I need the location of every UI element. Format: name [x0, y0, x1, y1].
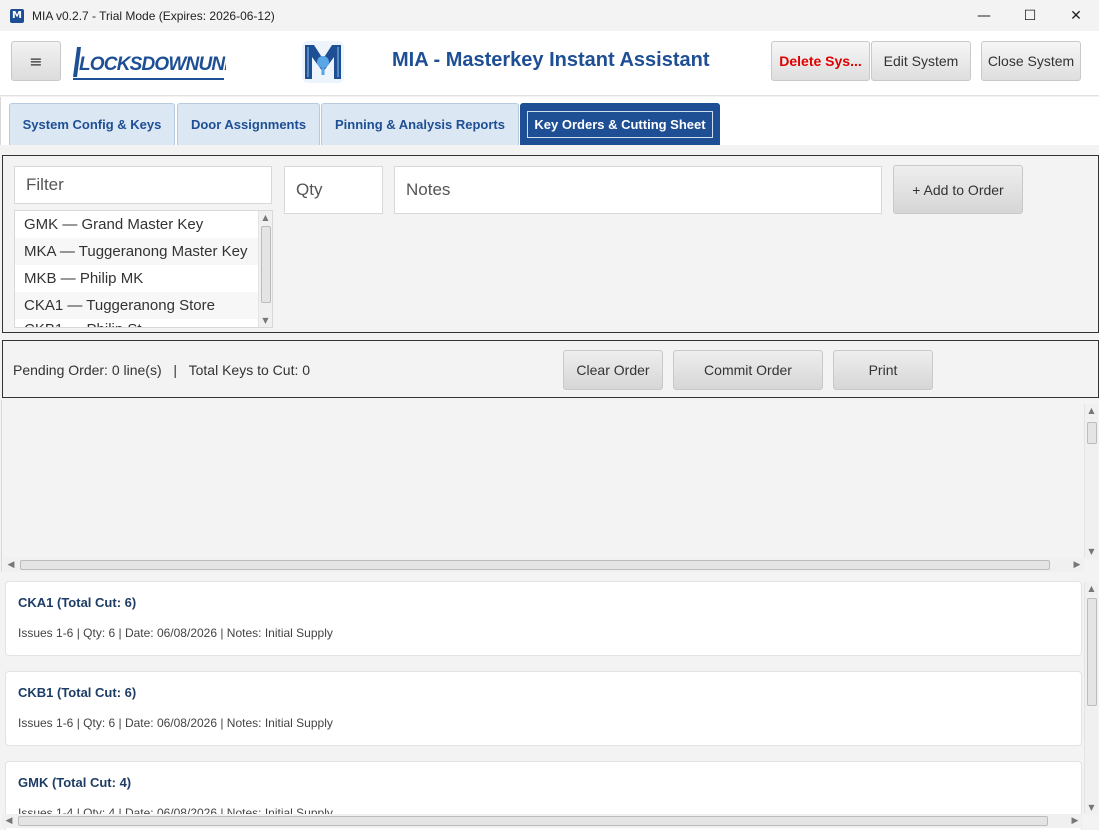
edit-system-button[interactable]: Edit System — [871, 41, 971, 81]
close-system-button[interactable]: Close System — [981, 41, 1081, 81]
scrollbar-thumb[interactable] — [1087, 598, 1097, 706]
scroll-left-icon[interactable]: ◀ — [2, 814, 16, 828]
minimize-icon[interactable]: — — [961, 0, 1007, 31]
brand-logo-text: LOCKSDOWNUNDER — [79, 54, 226, 75]
status-separator: | — [173, 362, 177, 378]
table-vertical-scrollbar[interactable]: ▲ ▼ — [1084, 404, 1098, 558]
list-item[interactable]: MKA — Tuggeranong Master Key — [15, 238, 272, 265]
print-button[interactable]: Print — [833, 350, 933, 390]
close-window-icon[interactable]: ✕ — [1053, 0, 1099, 31]
brand-logo: LOCKSDOWNUNDER — [73, 47, 226, 80]
card-title: CKB1 (Total Cut: 6) — [18, 685, 137, 700]
tab-key-orders-label: Key Orders & Cutting Sheet — [527, 111, 713, 138]
window-titlebar: M MIA v0.2.7 - Trial Mode (Expires: 2026… — [0, 0, 1099, 31]
history-horizontal-scrollbar[interactable]: ◀ ▶ — [2, 814, 1082, 828]
total-keys-count: Total Keys to Cut: 0 — [188, 362, 311, 378]
order-summary: Pending Order: 0 line(s) | Total Keys to… — [13, 362, 310, 378]
order-status-panel: Pending Order: 0 line(s) | Total Keys to… — [2, 340, 1099, 398]
key-list-scrollbar[interactable]: ▲ ▼ — [258, 211, 272, 327]
filter-input[interactable]: Filter — [14, 166, 272, 204]
scroll-right-icon[interactable]: ▶ — [1070, 558, 1084, 572]
scrollbar-thumb[interactable] — [18, 816, 1048, 826]
list-item[interactable]: GMK — Grand Master Key — [15, 211, 272, 238]
window-controls: — ☐ ✕ — [961, 0, 1099, 31]
table-horizontal-scrollbar[interactable]: ◀ ▶ — [4, 558, 1084, 572]
tab-bar: System Config & Keys Door Assignments Pi… — [0, 97, 1099, 145]
scroll-right-icon[interactable]: ▶ — [1068, 814, 1082, 828]
card-detail: Issues 1-6 | Qty: 6 | Date: 06/08/2026 |… — [18, 626, 333, 640]
tab-door-assignments[interactable]: Door Assignments — [177, 103, 320, 145]
list-item[interactable]: MKB — Philip MK — [15, 265, 272, 292]
card-title: GMK (Total Cut: 4) — [18, 775, 132, 790]
scrollbar-thumb[interactable] — [20, 560, 1050, 570]
key-list[interactable]: GMK — Grand Master Key MKA — Tuggeranong… — [14, 210, 273, 328]
history-card: CKB1 (Total Cut: 6) Issues 1-6 | Qty: 6 … — [5, 671, 1082, 746]
scroll-down-icon[interactable]: ▼ — [259, 314, 272, 327]
list-item[interactable]: CKB1 — Philip St... — [15, 319, 272, 327]
maximize-icon[interactable]: ☐ — [1007, 0, 1053, 31]
scroll-up-icon[interactable]: ▲ — [259, 211, 272, 224]
mia-logo — [302, 41, 344, 83]
hamburger-icon: ≡ — [29, 51, 43, 71]
app-icon: M — [10, 8, 24, 23]
scroll-down-icon[interactable]: ▼ — [1085, 545, 1098, 558]
list-item[interactable]: CKA1 — Tuggeranong Store — [15, 292, 272, 319]
pending-order-table: ▲ ▼ ◀ ▶ — [1, 400, 1099, 572]
tab-pinning-reports[interactable]: Pinning & Analysis Reports — [321, 103, 519, 145]
pending-order-count: Pending Order: 0 line(s) — [13, 362, 162, 378]
tab-key-orders[interactable]: Key Orders & Cutting Sheet — [520, 103, 720, 145]
card-detail: Issues 1-6 | Qty: 6 | Date: 06/08/2026 |… — [18, 716, 333, 730]
scroll-left-icon[interactable]: ◀ — [4, 558, 18, 572]
clear-order-button[interactable]: Clear Order — [563, 350, 663, 390]
history-vertical-scrollbar[interactable]: ▲ ▼ — [1084, 582, 1098, 814]
tab-system-config[interactable]: System Config & Keys — [9, 103, 175, 145]
card-title: CKA1 (Total Cut: 6) — [18, 595, 137, 610]
delete-system-button[interactable]: Delete Sys... — [771, 41, 870, 81]
qty-input[interactable]: Qty — [284, 166, 383, 214]
add-to-order-button[interactable]: + Add to Order — [893, 165, 1023, 214]
app-title: MIA - Masterkey Instant Assistant — [392, 49, 710, 71]
order-form-panel: Filter Qty Notes + Add to Order GMK — Gr… — [2, 155, 1099, 333]
scroll-down-icon[interactable]: ▼ — [1085, 801, 1098, 814]
app-header: ≡ LOCKSDOWNUNDER MIA - Masterkey Instant… — [0, 31, 1099, 96]
commit-order-button[interactable]: Commit Order — [673, 350, 823, 390]
scroll-up-icon[interactable]: ▲ — [1085, 582, 1098, 595]
notes-input[interactable]: Notes — [394, 166, 882, 214]
window-title: MIA v0.2.7 - Trial Mode (Expires: 2026-0… — [32, 8, 275, 23]
order-history: CKA1 (Total Cut: 6) Issues 1-6 | Qty: 6 … — [0, 572, 1099, 830]
scrollbar-thumb[interactable] — [261, 226, 271, 303]
scrollbar-thumb[interactable] — [1087, 422, 1097, 444]
history-card: CKA1 (Total Cut: 6) Issues 1-6 | Qty: 6 … — [5, 581, 1082, 656]
scroll-up-icon[interactable]: ▲ — [1085, 404, 1098, 417]
menu-button[interactable]: ≡ — [11, 41, 61, 81]
